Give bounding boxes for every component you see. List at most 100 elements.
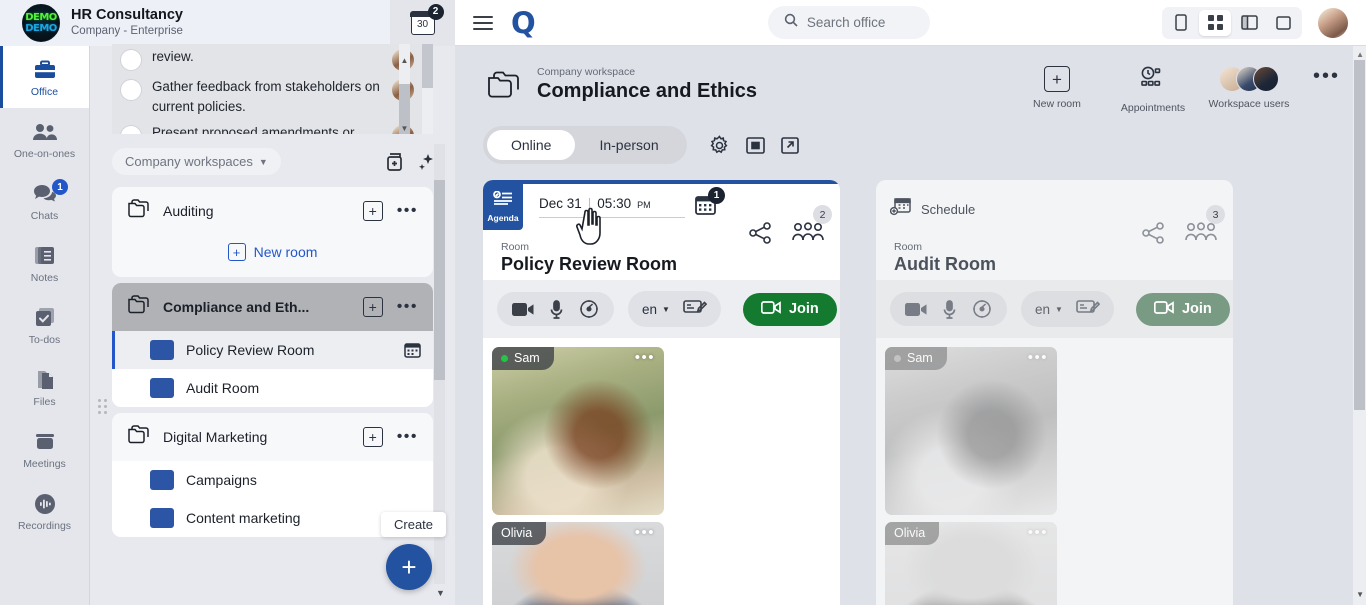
new-room-button[interactable]: + New room <box>228 243 318 261</box>
scroll-up-icon[interactable]: ▲ <box>399 54 410 66</box>
sidebar-item-one-on-ones[interactable]: One-on-ones <box>0 108 89 170</box>
language-select[interactable]: en ▼ <box>642 302 670 317</box>
agenda-badge[interactable]: Agenda <box>483 184 523 230</box>
whiteboard-icon[interactable] <box>683 298 707 320</box>
add-workspace-icon[interactable] <box>385 151 407 173</box>
workspace-group-header[interactable]: Compliance and Eth... + ••• <box>112 283 433 331</box>
meeting-datetime[interactable]: Dec 31 | 05:30 PM 1 <box>539 196 716 220</box>
room-item-campaigns[interactable]: Campaigns <box>112 461 433 499</box>
participant-tile-sam[interactable]: Sam ••• <box>885 347 1057 515</box>
user-avatar[interactable] <box>1318 8 1348 38</box>
app-logo[interactable]: Q <box>511 8 536 38</box>
sidebar-item-meetings[interactable]: Meetings <box>0 418 89 480</box>
split-layout-icon[interactable] <box>1233 10 1265 36</box>
room-name: Campaigns <box>186 472 421 488</box>
room-card-audit[interactable]: Schedule 3 Room Audit Room <box>876 180 1233 605</box>
add-room-button[interactable]: + <box>363 427 383 447</box>
list-item[interactable]: review. <box>112 44 422 74</box>
calendar-button[interactable]: 30 2 <box>390 0 455 46</box>
list-item[interactable]: Present proposed amendments or <box>112 120 422 134</box>
join-button[interactable]: Join <box>743 293 837 326</box>
microphone-icon[interactable] <box>943 300 956 319</box>
open-external-icon[interactable] <box>781 137 799 154</box>
participant-tiles: Sam ••• Olivia ••• John <box>876 338 1233 605</box>
language-select[interactable]: en ▼ <box>1035 302 1063 317</box>
more-horizontal-icon[interactable]: ••• <box>635 528 655 538</box>
share-icon[interactable] <box>1142 222 1165 249</box>
pip-icon[interactable] <box>746 137 765 154</box>
camera-icon[interactable] <box>512 302 534 317</box>
create-fab-button[interactable]: + <box>386 544 432 590</box>
app-root: DEMO DEMO HR Consultancy Company - Enter… <box>0 0 1366 605</box>
new-room-action[interactable]: + New room <box>1009 66 1105 110</box>
room-card-title: Audit Room <box>894 254 996 275</box>
room-item-policy-review[interactable]: Policy Review Room <box>112 331 433 369</box>
calendar-day: 30 <box>411 19 435 30</box>
workspace-users-action[interactable]: Workspace users <box>1201 66 1297 110</box>
main-scrollbar-thumb[interactable] <box>1354 60 1365 410</box>
hamburger-menu-icon[interactable] <box>473 16 493 30</box>
more-horizontal-icon[interactable]: ••• <box>1028 353 1048 363</box>
participants-indicator[interactable]: 2 <box>792 222 824 248</box>
participant-tile-olivia[interactable]: Olivia ••• <box>492 522 664 605</box>
room-card-header: Schedule 3 Room Audit Room <box>876 184 1233 280</box>
appointments-action[interactable]: Appointments <box>1105 66 1201 114</box>
todo-overlay-panel: review. Gather feedback from stakeholder… <box>112 44 422 134</box>
sidebar-item-notes[interactable]: Notes <box>0 232 89 294</box>
mobile-layout-icon[interactable] <box>1165 10 1197 36</box>
agenda-icon <box>493 191 513 211</box>
meetings-icon <box>33 429 57 455</box>
add-room-button[interactable]: + <box>363 201 383 221</box>
todo-checkbox[interactable] <box>120 125 142 134</box>
camera-icon[interactable] <box>905 302 927 317</box>
device-settings-icon[interactable] <box>972 299 992 319</box>
grid-layout-icon[interactable] <box>1199 10 1231 36</box>
room-calendar-icon[interactable] <box>404 342 421 358</box>
sidebar-item-office[interactable]: Office <box>0 46 89 108</box>
room-card-policy-review[interactable]: Agenda Dec 31 | 05:30 PM 1 <box>483 180 840 605</box>
participant-tile-sam[interactable]: Sam ••• <box>492 347 664 515</box>
more-horizontal-icon[interactable]: ••• <box>394 432 421 442</box>
tab-in-person[interactable]: In-person <box>575 130 682 160</box>
workspace-group-header[interactable]: Auditing + ••• <box>112 187 433 235</box>
more-horizontal-icon[interactable]: ••• <box>394 302 421 312</box>
join-button[interactable]: Join <box>1136 293 1230 326</box>
tabs-icon-group <box>709 135 799 156</box>
todo-checkbox[interactable] <box>120 79 142 101</box>
outer-scrollbar-thumb[interactable] <box>422 44 433 88</box>
more-horizontal-icon[interactable]: ••• <box>1028 528 1048 538</box>
whiteboard-icon[interactable] <box>1076 298 1100 320</box>
participant-tile-olivia[interactable]: Olivia ••• <box>885 522 1057 605</box>
gear-icon[interactable] <box>709 135 730 156</box>
workspace-scrollbar-thumb[interactable] <box>434 180 445 380</box>
list-item[interactable]: Gather feedback from stakeholders on cur… <box>112 74 422 120</box>
room-item-audit[interactable]: Audit Room <box>112 369 433 407</box>
sidebar-item-recordings[interactable]: Recordings <box>0 480 89 542</box>
scroll-down-icon[interactable]: ▼ <box>399 122 410 134</box>
tab-online[interactable]: Online <box>487 130 575 160</box>
scroll-up-icon[interactable]: ▲ <box>1356 50 1364 59</box>
org-brand-bar: DEMO DEMO HR Consultancy Company - Enter… <box>0 0 390 46</box>
more-horizontal-icon[interactable]: ••• <box>1313 70 1340 82</box>
workspace-group-header[interactable]: Digital Marketing + ••• <box>112 413 433 461</box>
sidebar-item-chats[interactable]: 1 Chats <box>0 170 89 232</box>
add-room-button[interactable]: + <box>363 297 383 317</box>
participants-indicator[interactable]: 3 <box>1185 222 1217 248</box>
microphone-icon[interactable] <box>550 300 563 319</box>
full-layout-icon[interactable] <box>1267 10 1299 36</box>
todo-checkbox[interactable] <box>120 49 142 71</box>
workspace-scope-select[interactable]: Company workspaces ▼ <box>112 148 281 175</box>
sidebar-item-files[interactable]: Files <box>0 356 89 418</box>
more-horizontal-icon[interactable]: ••• <box>394 206 421 216</box>
more-horizontal-icon[interactable]: ••• <box>635 353 655 363</box>
scroll-down-icon[interactable]: ▼ <box>436 588 445 598</box>
sidebar-item-todos[interactable]: To-dos <box>0 294 89 356</box>
meeting-calendar-icon[interactable]: 1 <box>695 195 716 220</box>
workspace-tree-toolbar: Company workspaces ▼ <box>90 134 455 181</box>
scroll-down-icon[interactable]: ▼ <box>1356 590 1364 599</box>
device-settings-icon[interactable] <box>579 299 599 319</box>
share-icon[interactable] <box>749 222 772 249</box>
search-input[interactable]: Search office <box>768 6 930 39</box>
schedule-badge[interactable]: Schedule <box>890 197 975 222</box>
drag-handle-icon[interactable] <box>98 399 108 417</box>
